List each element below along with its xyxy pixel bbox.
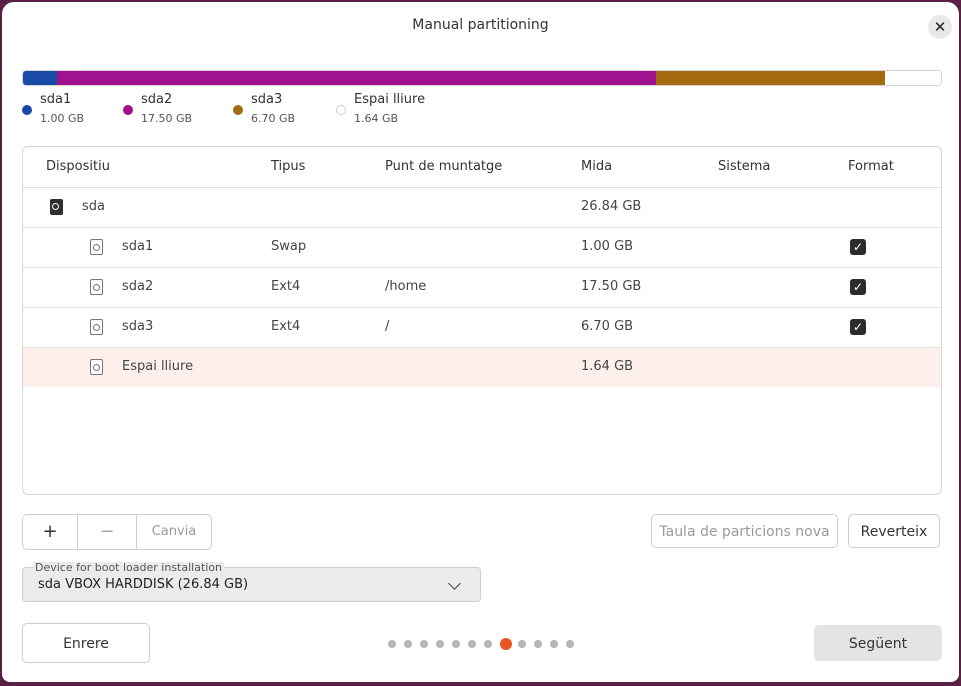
mount-value: /home (385, 279, 427, 294)
usage-segment-1 (57, 71, 656, 85)
legend-color-dot (123, 105, 133, 115)
device-name: sda1 (122, 239, 154, 254)
size-value: 26.84 GB (581, 199, 642, 214)
legend-size: 6.70 GB (251, 112, 296, 125)
usage-segment-0 (23, 71, 58, 85)
format-checkbox[interactable]: ✓ (850, 239, 866, 255)
partition-icon (90, 279, 103, 295)
legend-size: 1.00 GB (40, 112, 85, 125)
back-button[interactable]: Enrere (22, 623, 150, 663)
legend-size: 17.50 GB (141, 112, 193, 125)
format-checkbox[interactable]: ✓ (850, 319, 866, 335)
size-value: 1.64 GB (581, 359, 634, 374)
chevron-down-icon (448, 577, 461, 590)
table-row-sda[interactable]: sda 26.84 GB (23, 188, 941, 228)
titlebar: Manual partitioning ✕ (2, 2, 959, 50)
table-row-sda3[interactable]: sda3 Ext4 / 6.70 GB ✓ (23, 308, 941, 348)
format-checkbox[interactable]: ✓ (850, 279, 866, 295)
step-dot (420, 640, 428, 648)
legend-color-dot (22, 105, 32, 115)
device-name: Espai lliure (122, 359, 194, 374)
type-value: Swap (271, 239, 307, 254)
step-dot (518, 640, 526, 648)
legend-name: sda2 (141, 92, 173, 107)
table-header: Dispositiu Tipus Punt de muntatge Mida S… (23, 147, 941, 188)
legend-name: Espai lliure (354, 92, 426, 107)
header-device[interactable]: Dispositiu (46, 159, 110, 174)
remove-partition-button[interactable]: − (78, 515, 137, 549)
partition-table: Dispositiu Tipus Punt de muntatge Mida S… (22, 146, 942, 495)
type-value: Ext4 (271, 319, 301, 334)
step-dot (484, 640, 492, 648)
partition-icon (90, 239, 103, 255)
legend-size: 1.64 GB (354, 112, 399, 125)
header-system[interactable]: Sistema (718, 159, 770, 174)
header-mount[interactable]: Punt de muntatge (385, 159, 502, 174)
step-dot (404, 640, 412, 648)
size-value: 17.50 GB (581, 279, 642, 294)
revert-button[interactable]: Reverteix (848, 514, 940, 548)
device-name: sda2 (122, 279, 154, 294)
step-dot (550, 640, 558, 648)
window-title: Manual partitioning (412, 17, 549, 33)
step-dot (436, 640, 444, 648)
table-row-sda1[interactable]: sda1 Swap 1.00 GB ✓ (23, 228, 941, 268)
header-format[interactable]: Format (848, 159, 894, 174)
add-partition-button[interactable]: + (23, 515, 78, 549)
change-partition-button[interactable]: Canvia (137, 515, 211, 549)
legend-name: sda3 (251, 92, 283, 107)
close-icon[interactable]: ✕ (928, 15, 952, 39)
legend-color-dot (233, 105, 243, 115)
table-row-sda2[interactable]: sda2 Ext4 /home 17.50 GB ✓ (23, 268, 941, 308)
partition-icon (90, 359, 103, 375)
legend-name: sda1 (40, 92, 72, 107)
mount-value: / (385, 319, 390, 334)
size-value: 6.70 GB (581, 319, 634, 334)
legend-color-dot (336, 105, 346, 115)
new-partition-table-button[interactable]: Taula de particions nova (651, 514, 838, 548)
usage-segment-3 (884, 71, 941, 85)
size-value: 1.00 GB (581, 239, 634, 254)
step-dot (566, 640, 574, 648)
device-name: sda3 (122, 319, 154, 334)
step-dot (534, 640, 542, 648)
boot-loader-label: Device for boot loader installation (33, 561, 225, 574)
header-size[interactable]: Mida (581, 159, 612, 174)
boot-loader-device-select[interactable]: Device for boot loader installation sda … (22, 562, 481, 602)
next-button[interactable]: Següent (814, 625, 942, 661)
disk-usage-bar (22, 70, 942, 86)
device-name: sda (82, 199, 105, 214)
usage-segment-2 (655, 71, 885, 85)
step-dot (500, 638, 512, 650)
step-dot (388, 640, 396, 648)
header-type[interactable]: Tipus (271, 159, 305, 174)
type-value: Ext4 (271, 279, 301, 294)
partition-edit-buttons: + − Canvia (22, 514, 212, 550)
step-dot (452, 640, 460, 648)
table-row-free-space[interactable]: Espai lliure 1.64 GB (23, 348, 941, 387)
step-dot (468, 640, 476, 648)
boot-loader-value: sda VBOX HARDDISK (26.84 GB) (38, 577, 249, 592)
partitioning-window: Manual partitioning ✕ sda1 1.00 GB sda2 17.… (2, 2, 959, 682)
partition-icon (90, 319, 103, 335)
disk-icon (50, 199, 63, 215)
